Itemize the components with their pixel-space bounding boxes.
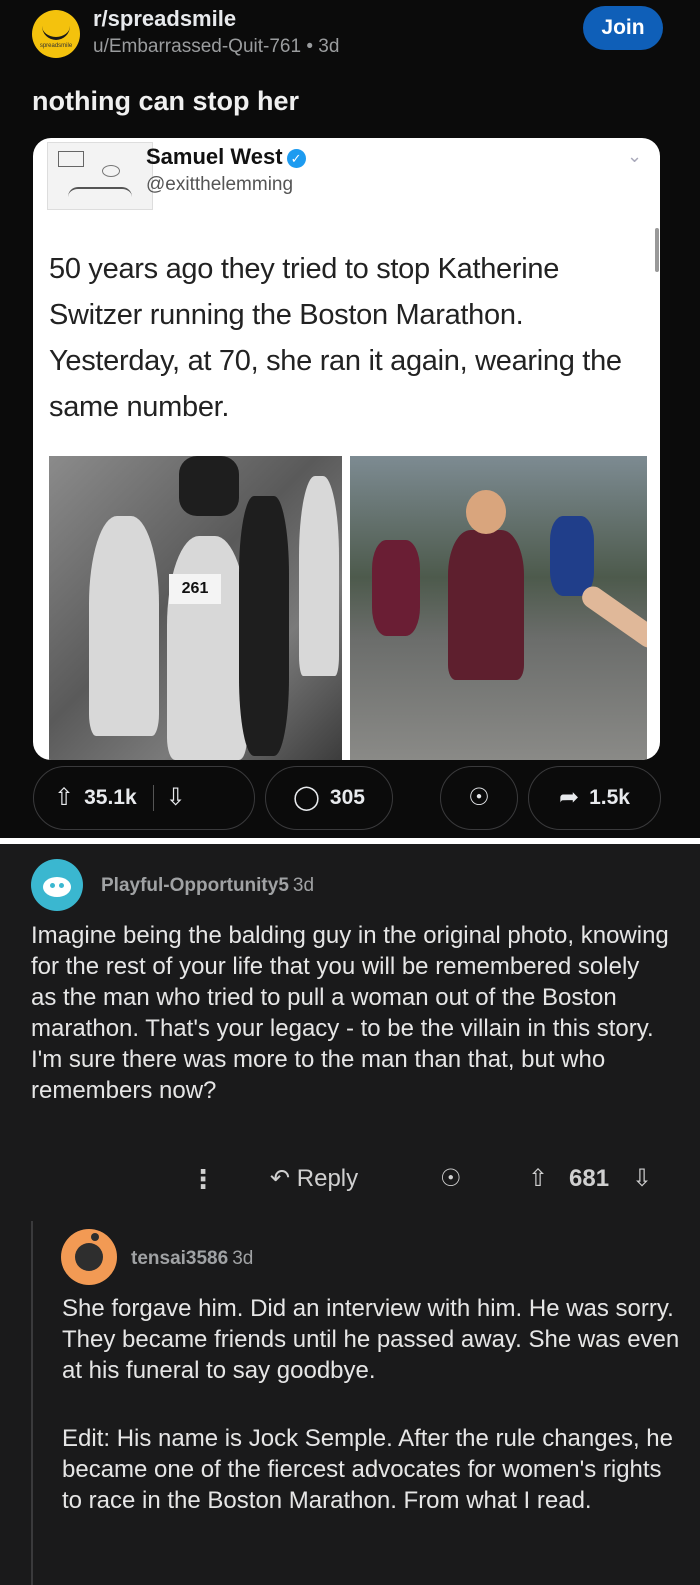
comment-age: 3d (292, 875, 315, 896)
subreddit-avatar[interactable]: spreadsmile (32, 10, 80, 58)
share-button[interactable]: ➦ 1.5k (528, 766, 661, 830)
smile-icon (42, 26, 70, 40)
reply-button[interactable]: ↶ Reply (270, 1164, 358, 1193)
thread-line[interactable] (31, 1221, 33, 1585)
reply-age: 3d (232, 1248, 254, 1269)
post-author[interactable]: u/Embarrassed-Quit-761 (93, 36, 301, 57)
upvote-arrow-icon[interactable]: ⇧ (54, 786, 74, 810)
award-button[interactable]: ☉ (440, 766, 518, 830)
post-meta: u/Embarrassed-Quit-761 • 3d (93, 36, 339, 58)
reply-meta: tensai3586 3d (131, 1248, 253, 1270)
downvote-arrow-icon[interactable]: ⇩ (632, 1164, 652, 1193)
share-arrow-icon: ➦ (559, 784, 580, 811)
comment-score: 681 (569, 1165, 610, 1192)
reply-body: She forgave him. Did an interview with h… (62, 1295, 680, 1384)
comments-section: Playful-Opportunity5 3d Imagine being the… (0, 844, 700, 1585)
more-vertical-icon[interactable]: ⋮ (190, 1164, 216, 1195)
verified-badge-icon: ✓ (286, 149, 306, 168)
subreddit-name[interactable]: r/spreadsmile (93, 6, 236, 32)
reply-arrow-icon: ↶ (270, 1165, 291, 1192)
join-button[interactable]: Join (583, 6, 663, 50)
comment-actions: ⋮ ↶ Reply ☉ ⇧ 681 ⇩ (0, 1162, 700, 1202)
comments-button[interactable]: ◯ 305 (265, 766, 393, 830)
reply-avatar[interactable] (61, 1229, 117, 1285)
reply-edit-note: Edit: His name is Jock Semple. After the… (62, 1425, 673, 1514)
meta-separator: • (306, 36, 319, 57)
upvote-count: 35.1k (84, 786, 137, 809)
tweet-text: 50 years ago they tried to stop Katherin… (49, 253, 622, 423)
reply-label: Reply (296, 1165, 359, 1192)
award-icon: ☉ (468, 784, 490, 811)
vote-divider (152, 785, 154, 811)
commenter-avatar[interactable] (31, 859, 83, 911)
tweet-handle: @exitthelemming (146, 174, 294, 195)
chevron-down-icon: ⌄ (627, 146, 643, 166)
tweet-author-name: Samuel West ✓ (146, 144, 306, 170)
post-age: 3d (318, 36, 340, 57)
comment-username[interactable]: Playful-Opportunity5 (101, 875, 289, 896)
upvote-arrow-icon[interactable]: ⇧ (528, 1164, 548, 1193)
award-icon[interactable]: ☉ (440, 1164, 462, 1193)
tweet-image[interactable]: Samuel West ✓ @exitthelemming ⌄ 50 years … (33, 138, 660, 760)
comment-body: Imagine being the balding guy in the ori… (31, 922, 669, 1104)
tweet-author-name-text: Samuel West (146, 144, 283, 169)
tweet-photo-2017 (350, 456, 647, 760)
post-title[interactable]: nothing can stop her (32, 86, 299, 117)
subreddit-avatar-text: spreadsmile (39, 43, 73, 49)
tweet-photo-1967: 261 (49, 456, 342, 760)
share-count: 1.5k (589, 786, 630, 809)
comment-meta: Playful-Opportunity5 3d (101, 875, 314, 897)
vote-bar: ⇧ 35.1k ⇩ (33, 766, 255, 830)
downvote-arrow-icon[interactable]: ⇩ (166, 786, 186, 810)
comment-count: 305 (329, 786, 365, 809)
tweet-scrollbar (655, 228, 659, 272)
tweet-avatar (47, 142, 153, 210)
reply-username[interactable]: tensai3586 (131, 1248, 228, 1269)
post-panel: spreadsmile r/spreadsmile u/Embarrassed-… (0, 0, 700, 838)
comment-bubble-icon: ◯ (293, 784, 320, 811)
race-bib: 261 (169, 574, 221, 604)
